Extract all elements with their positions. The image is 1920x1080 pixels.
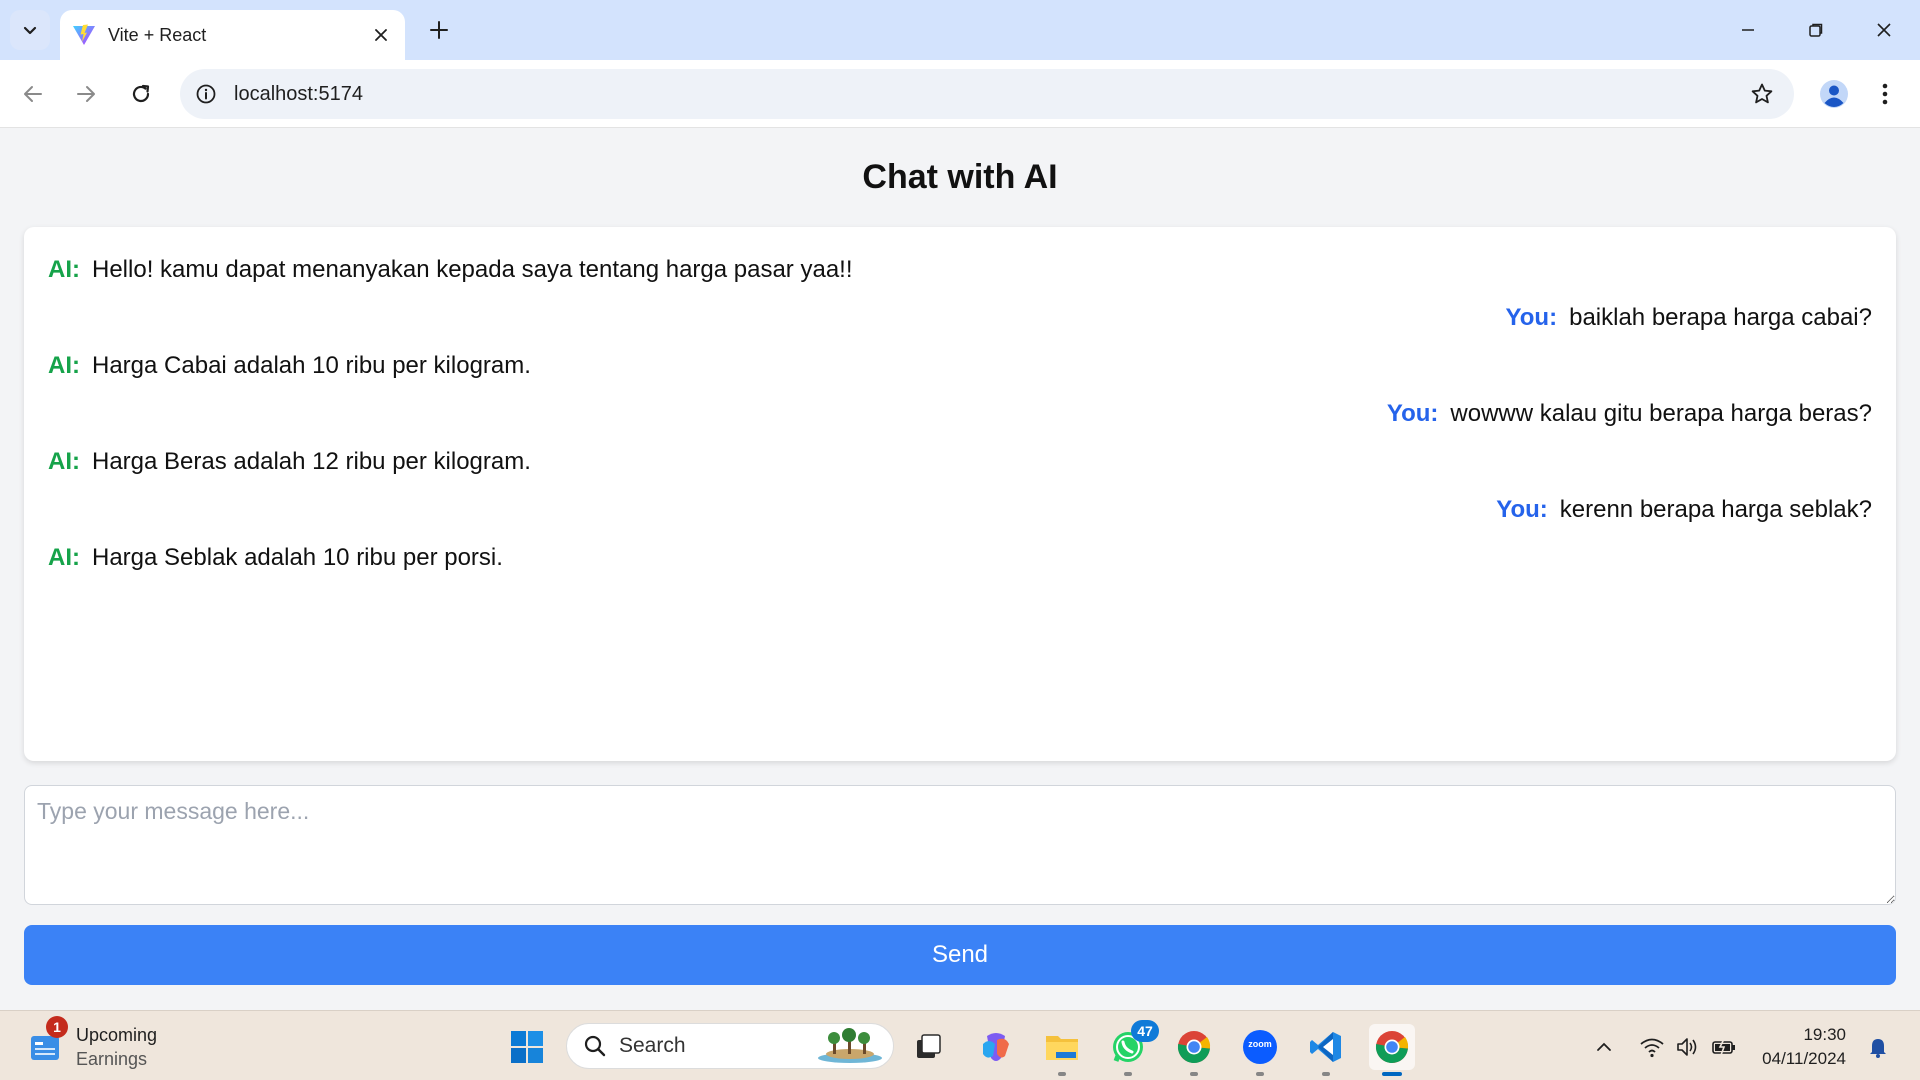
file-explorer-icon [1046,1036,1078,1060]
vite-logo-icon [73,24,95,45]
message-text: Harga Beras adalah 12 ribu per kilogram. [92,448,531,475]
chrome-active-button[interactable] [1369,1024,1415,1076]
arrow-left-icon [24,86,42,102]
browser-tab-strip: Vite + React [0,0,1920,60]
taskbar-search-label: Search [619,1034,686,1057]
wifi-button[interactable] [1638,1033,1666,1061]
taskbar: 1 Upcoming Earnings Search 47 zoom 19:30… [0,1010,1920,1080]
copilot-button[interactable] [973,1024,1019,1070]
user-message: You: wowww kalau gitu berapa harga beras? [48,399,1872,447]
minimize-button[interactable] [1714,0,1782,60]
message-text: Harga Cabai adalah 10 ribu per kilogram. [92,352,531,379]
windows-start-icon [511,1031,543,1063]
battery-charging-icon [1712,1038,1735,1056]
user-sender-label: You: [1496,496,1548,523]
chat-history[interactable]: AI: Hello! kamu dapat menanyakan kepada s… [24,227,1896,761]
message-input[interactable] [24,785,1896,905]
chrome-icon [1375,1031,1409,1063]
task-view-icon [917,1034,941,1058]
tab-title: Vite + React [108,24,207,45]
ai-message: AI: Harga Seblak adalah 10 ribu per porsi… [48,543,1872,591]
message-text: kerenn berapa harga seblak? [1559,496,1872,523]
close-icon [375,29,387,41]
volume-button[interactable] [1674,1033,1702,1061]
taskbar-search[interactable]: Search [566,1023,894,1069]
clock-date: 04/11/2024 [1762,1049,1846,1068]
widget-title: Upcoming [76,1025,158,1045]
widget-notification-badge: 1 [46,1016,68,1038]
volume-icon [1677,1038,1697,1056]
restore-button[interactable] [1782,0,1850,60]
ai-sender-label: AI: [48,544,80,571]
reload-icon [132,84,150,103]
chevron-down-icon [23,26,37,35]
reload-button[interactable] [121,74,161,114]
address-bar[interactable]: localhost:5174 [180,69,1794,119]
clock[interactable]: 19:30 04/11/2024 [1756,1023,1846,1071]
chrome-button[interactable] [1171,1024,1217,1076]
ai-sender-label: AI: [48,256,80,283]
zoom-label: zoom [1248,1039,1272,1049]
chrome-icon [1177,1031,1211,1063]
start-button[interactable] [504,1024,550,1070]
browser-tab[interactable]: Vite + React [60,10,405,60]
browser-toolbar: localhost:5174 [0,60,1920,128]
more-vertical-icon [1882,83,1888,105]
restore-icon [1809,23,1823,37]
plus-icon [430,21,448,39]
tab-search-button[interactable] [10,10,50,50]
bell-icon [1870,1039,1886,1058]
wifi-icon [1640,1038,1664,1058]
close-icon [1877,23,1891,37]
vscode-button[interactable] [1303,1024,1349,1076]
forward-button[interactable] [66,74,106,114]
ai-message: AI: Hello! kamu dapat menanyakan kepada s… [48,255,1872,303]
user-sender-label: You: [1505,304,1558,331]
back-button[interactable] [13,74,53,114]
clock-time: 19:30 [1803,1025,1846,1044]
new-tab-button[interactable] [423,14,455,46]
ai-message: AI: Harga Beras adalah 12 ribu per kilogr… [48,447,1872,495]
url-text: localhost:5174 [234,82,363,105]
vscode-icon [1310,1032,1341,1062]
page-title: Chat with AI [862,158,1058,196]
user-message: You: baiklah berapa harga cabai? [48,303,1872,351]
chevron-up-icon [1597,1042,1611,1051]
search-highlight-island-icon [818,1028,882,1063]
ai-sender-label: AI: [48,448,80,475]
zoom-button[interactable]: zoom [1237,1024,1283,1076]
tab-close-button[interactable] [369,23,393,47]
profile-avatar-icon [1820,80,1848,108]
stocks-widget-icon: 1 [28,1016,68,1064]
message-text: baiklah berapa harga cabai? [1569,304,1872,331]
minimize-icon [1742,29,1754,31]
message-text: wowww kalau gitu berapa harga beras? [1450,400,1872,427]
search-icon [584,1035,606,1057]
profile-button[interactable] [1814,74,1854,114]
bookmark-star-icon[interactable] [1750,82,1774,106]
whatsapp-unread-badge: 47 [1131,1020,1159,1042]
send-button[interactable]: Send [24,925,1896,985]
window-close-button[interactable] [1850,0,1918,60]
whatsapp-button[interactable]: 47 [1105,1020,1159,1076]
widgets-button[interactable]: 1 Upcoming Earnings [28,1016,228,1071]
arrow-right-icon [77,86,95,102]
message-text: Hello! kamu dapat menanyakan kepada saya… [92,256,853,283]
show-hidden-icons-button[interactable] [1590,1033,1618,1061]
battery-button[interactable] [1710,1033,1738,1061]
widget-subtitle: Earnings [76,1049,148,1069]
ai-message: AI: Harga Cabai adalah 10 ribu per kilogr… [48,351,1872,399]
site-info-button[interactable] [194,82,218,106]
ai-sender-label: AI: [48,352,80,379]
task-view-button[interactable] [905,1024,951,1070]
notifications-button[interactable] [1864,1033,1892,1061]
copilot-icon [983,1033,1009,1061]
file-explorer-button[interactable] [1039,1024,1085,1076]
info-icon [196,84,216,104]
user-sender-label: You: [1386,400,1439,427]
browser-menu-button[interactable] [1870,74,1900,114]
message-text: Harga Seblak adalah 10 ribu per porsi. [92,544,503,571]
user-message: You: kerenn berapa harga seblak? [48,495,1872,543]
